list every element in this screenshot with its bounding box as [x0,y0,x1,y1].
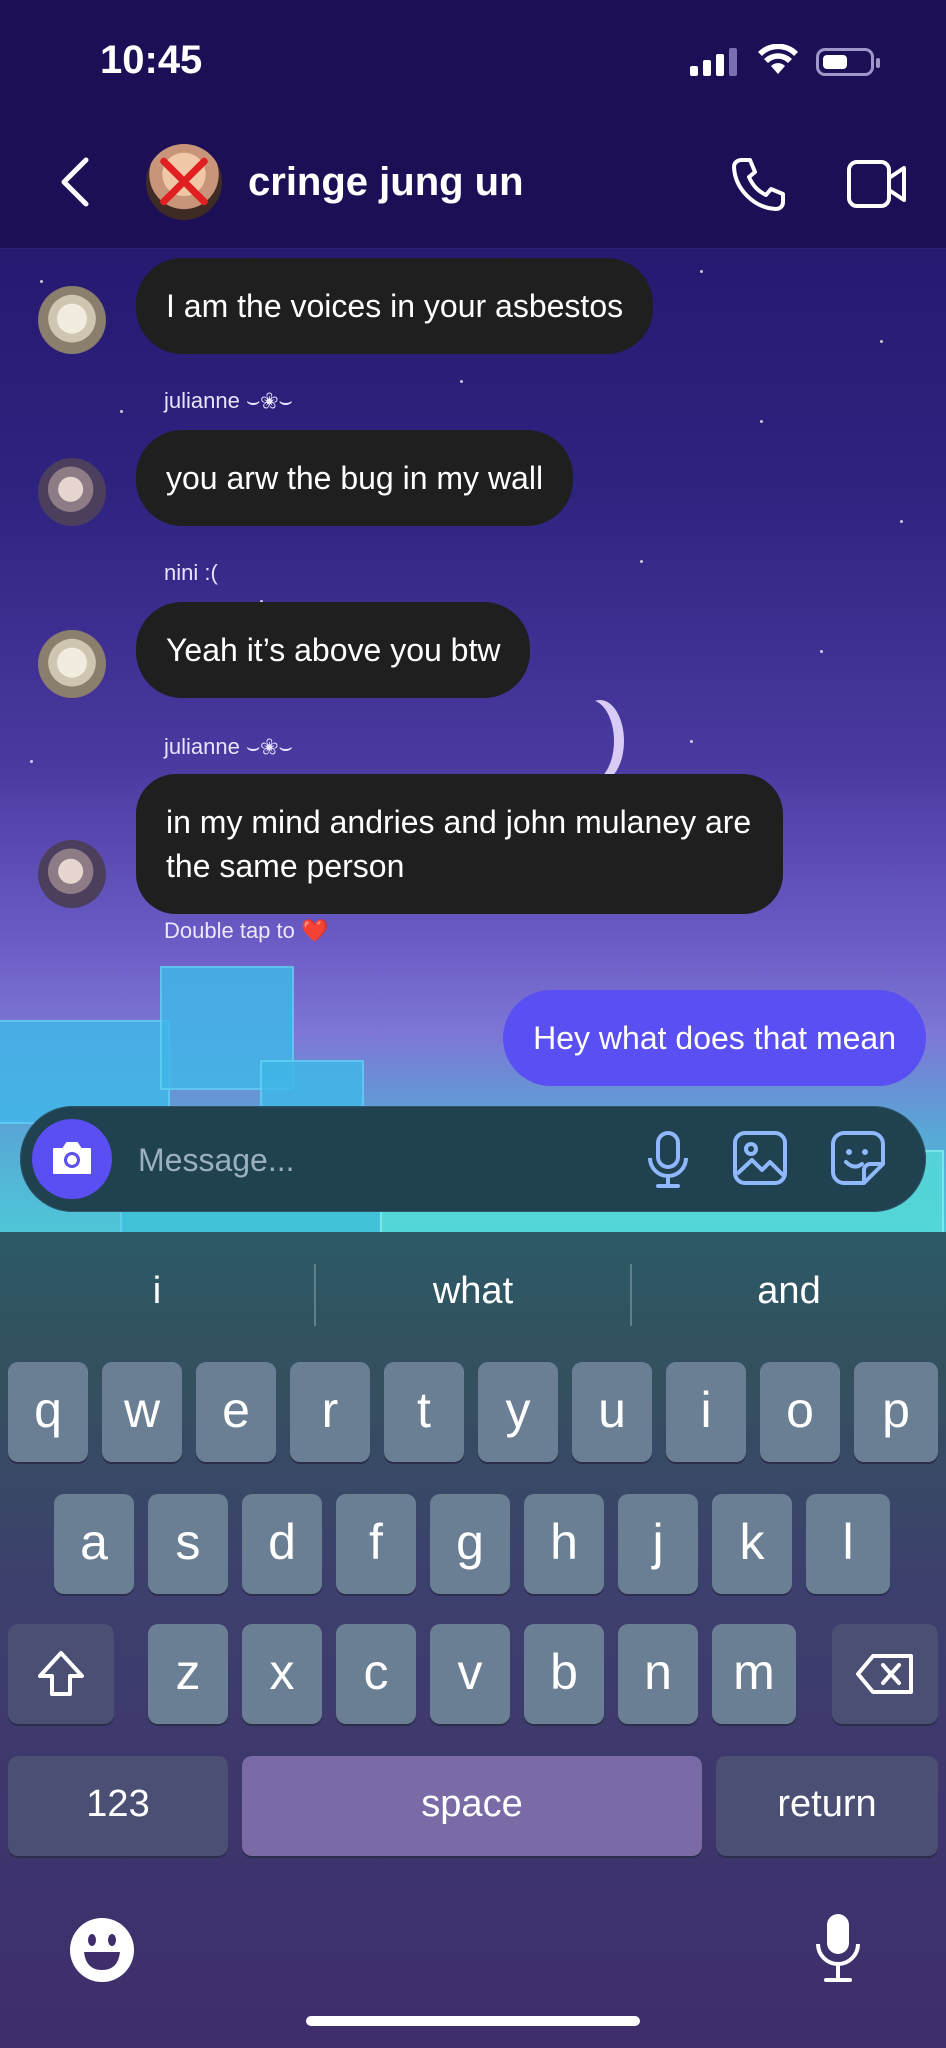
moon-decoration [566,700,614,782]
phone-icon[interactable] [728,154,788,219]
shift-key[interactable] [8,1624,114,1724]
backspace-key[interactable] [832,1624,938,1724]
backspace-icon [856,1654,913,1694]
key-p[interactable]: p [854,1362,938,1462]
message-composer [20,1106,926,1212]
suggestion-1[interactable]: i [0,1270,314,1313]
message-bubble[interactable]: I am the voices in your asbestos [136,258,654,354]
microphone-icon[interactable] [646,1130,690,1195]
numbers-key[interactable]: 123 [8,1756,228,1856]
sender-name: julianne ⌣❀⌣ [164,388,293,413]
key-w[interactable]: w [102,1362,182,1462]
space-key[interactable]: space [242,1756,702,1856]
sticker-icon[interactable] [830,1130,886,1191]
key-b[interactable]: b [524,1624,604,1724]
key-r[interactable]: r [290,1362,370,1462]
key-c[interactable]: c [336,1624,416,1724]
suggestion-2[interactable]: what [316,1270,630,1313]
sender-name: nini :( [164,560,218,585]
my-message-bubble[interactable]: Hey what does that mean [503,990,926,1086]
key-m[interactable]: m [712,1624,796,1724]
sender-avatar[interactable] [38,286,106,354]
status-bar: 10:45 [0,0,946,120]
key-o[interactable]: o [760,1362,840,1462]
keyboard: i what and q w e r t y u i o p a s d f g… [0,1232,946,2048]
key-h[interactable]: h [524,1494,604,1594]
message-input[interactable] [136,1132,620,1188]
wifi-icon [758,43,798,81]
shift-icon [38,1651,84,1696]
key-d[interactable]: d [242,1494,322,1594]
back-chevron-icon[interactable] [52,154,96,215]
sender-avatar[interactable] [38,458,106,526]
key-n[interactable]: n [618,1624,698,1724]
sender-name: julianne ⌣❀⌣ [164,734,293,759]
image-icon[interactable] [732,1130,788,1191]
message-bubble[interactable]: you arw the bug in my wall [136,430,574,526]
emoji-icon[interactable] [68,1916,136,1989]
key-q[interactable]: q [8,1362,88,1462]
camera-icon [53,1142,91,1174]
battery-icon [816,48,880,76]
key-f[interactable]: f [336,1494,416,1594]
key-y[interactable]: y [478,1362,558,1462]
key-g[interactable]: g [430,1494,510,1594]
key-v[interactable]: v [430,1624,510,1724]
return-key[interactable]: return [716,1756,938,1856]
chat-title[interactable]: cringe jung un [248,160,524,205]
home-indicator[interactable] [306,2016,640,2026]
dictation-mic-icon[interactable] [814,1912,862,1989]
double-tap-hint: Double tap to ❤️ [164,918,329,943]
key-k[interactable]: k [712,1494,792,1594]
camera-button[interactable] [32,1119,112,1199]
message-bubble[interactable]: Yeah it’s above you btw [136,602,531,698]
key-u[interactable]: u [572,1362,652,1462]
sender-avatar[interactable] [38,840,106,908]
key-s[interactable]: s [148,1494,228,1594]
key-x[interactable]: x [242,1624,322,1724]
video-camera-icon[interactable] [846,156,908,217]
key-i[interactable]: i [666,1362,746,1462]
contact-avatar[interactable] [146,144,222,220]
suggestion-3[interactable]: and [632,1270,946,1313]
key-j[interactable]: j [618,1494,698,1594]
message-bubble[interactable]: in my mind andries and john mulaney are … [136,774,783,914]
cellular-signal-icon [690,48,737,76]
key-a[interactable]: a [54,1494,134,1594]
key-z[interactable]: z [148,1624,228,1724]
status-time: 10:45 [100,38,203,82]
sender-avatar[interactable] [38,630,106,698]
key-e[interactable]: e [196,1362,276,1462]
chat-header: cringe jung un [0,120,946,249]
key-t[interactable]: t [384,1362,464,1462]
key-l[interactable]: l [806,1494,890,1594]
